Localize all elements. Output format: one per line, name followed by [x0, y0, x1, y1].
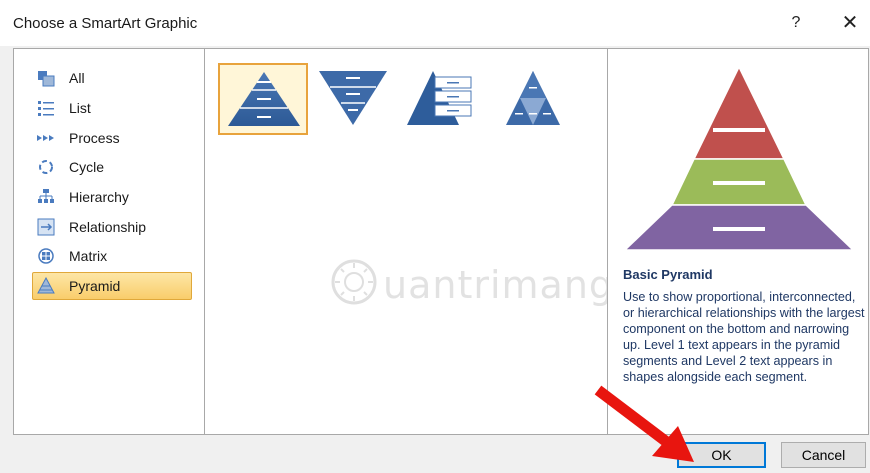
- category-label: All: [69, 70, 85, 86]
- category-list-item[interactable]: List: [32, 94, 192, 122]
- all-icon: [37, 69, 55, 87]
- title-bar: Choose a SmartArt Graphic ? ✕: [0, 0, 870, 46]
- cycle-icon: [37, 158, 55, 176]
- quantrimang-logo-icon: [331, 259, 377, 305]
- category-label: Hierarchy: [69, 189, 129, 205]
- layout-pyramid-list[interactable]: [398, 63, 488, 135]
- category-pyramid[interactable]: Pyramid: [32, 272, 192, 300]
- category-all[interactable]: All: [32, 64, 192, 92]
- category-label: Matrix: [69, 248, 108, 264]
- segmented-pyramid-icon: [506, 71, 560, 125]
- watermark: uantrimang: [327, 255, 613, 314]
- preview-description: Use to show proportional, interconnected…: [623, 290, 865, 384]
- category-matrix[interactable]: Matrix: [32, 242, 192, 270]
- relationship-icon: [37, 218, 55, 236]
- list-icon: [37, 99, 55, 117]
- red-arrow-annotation: [594, 385, 694, 462]
- category-process[interactable]: Process: [32, 124, 192, 152]
- preview-panel: Basic Pyramid Use to show proportional, …: [607, 48, 869, 435]
- layout-gallery: uantrimang: [205, 48, 613, 435]
- pyramid-list-icon: [407, 71, 472, 125]
- category-cycle[interactable]: Cycle: [32, 153, 192, 181]
- cancel-button[interactable]: Cancel: [781, 442, 866, 468]
- category-relationship[interactable]: Relationship: [32, 213, 192, 241]
- help-button[interactable]: ?: [780, 10, 812, 36]
- watermark-text: uantrimang: [383, 263, 615, 307]
- pyramid-preview: [623, 65, 855, 251]
- category-label: List: [69, 100, 91, 116]
- inverted-pyramid-icon: [319, 71, 387, 125]
- layout-basic-pyramid[interactable]: [218, 63, 308, 135]
- category-label: Cycle: [69, 159, 105, 175]
- dialog-title: Choose a SmartArt Graphic: [13, 15, 198, 32]
- close-button[interactable]: ✕: [834, 10, 866, 36]
- layout-segmented-pyramid[interactable]: [488, 63, 578, 135]
- dialog-body: All List Process Cycle Hierarchy Relatio…: [0, 46, 870, 473]
- basic-pyramid-icon: [228, 72, 300, 126]
- hierarchy-icon: [37, 188, 55, 206]
- category-hierarchy[interactable]: Hierarchy: [32, 183, 192, 211]
- layout-inverted-pyramid[interactable]: [308, 63, 398, 135]
- matrix-icon: [37, 247, 55, 265]
- category-list: All List Process Cycle Hierarchy Relatio…: [13, 48, 205, 435]
- process-icon: [37, 129, 55, 147]
- category-label: Pyramid: [69, 278, 121, 294]
- category-label: Relationship: [69, 219, 147, 235]
- pyramid-icon: [37, 276, 55, 295]
- category-label: Process: [69, 130, 120, 146]
- preview-title: Basic Pyramid: [623, 267, 713, 282]
